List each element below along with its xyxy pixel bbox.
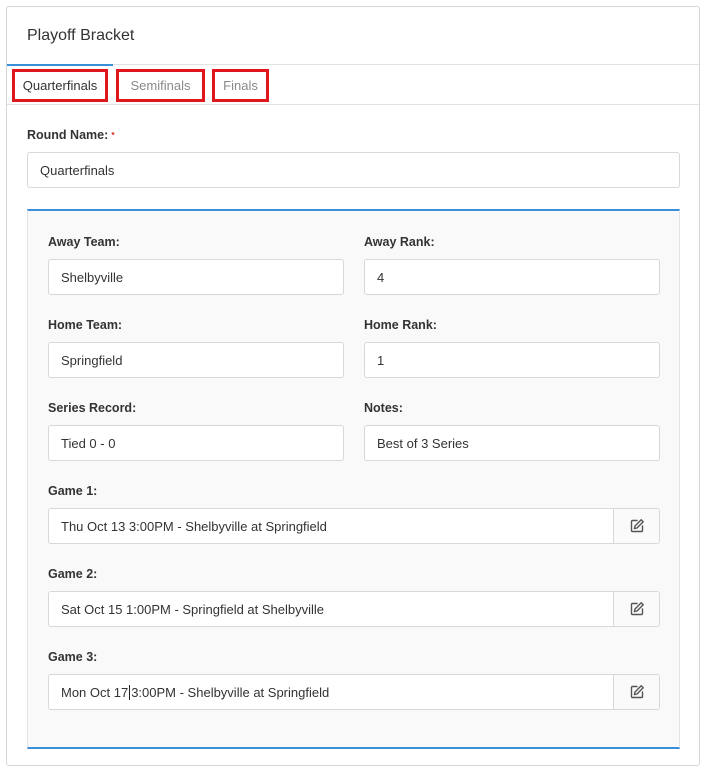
away-rank-label: Away Rank: (364, 235, 435, 249)
edit-icon (630, 602, 644, 616)
round-name-input[interactable]: Quarterfinals (27, 152, 680, 188)
game-3-value-end: 3:00PM - Shelbyville at Springfield (131, 684, 330, 700)
round-name-label-text: Round Name: (27, 128, 109, 142)
playoff-bracket-card: Playoff Bracket Quarterfinals Semifinals… (6, 6, 700, 766)
page-title: Playoff Bracket (27, 26, 135, 44)
notes-input[interactable]: Best of 3 Series (364, 425, 660, 461)
home-rank-label: Home Rank: (364, 318, 437, 332)
series-record-label: Series Record: (48, 401, 137, 415)
game-3-input[interactable]: Mon Oct 17 3:00PM - Shelbyville at Spring… (48, 674, 660, 710)
tab-label: Semifinals (130, 78, 191, 93)
away-rank-input[interactable]: 4 (364, 259, 660, 295)
home-team-value: Springfield (61, 352, 123, 368)
game-3-label: Game 3: (48, 650, 98, 664)
matchup-panel: Away Team: Shelbyville Away Rank: 4 Home… (27, 209, 680, 749)
home-rank-value: 1 (377, 352, 385, 368)
round-name-value: Quarterfinals (40, 162, 115, 178)
round-tabs: Quarterfinals Semifinals Finals (7, 64, 699, 105)
series-record-value: Tied 0 - 0 (61, 435, 116, 451)
game-1-edit-button[interactable] (613, 509, 659, 543)
edit-icon (630, 685, 644, 699)
active-tab-indicator (7, 64, 113, 66)
game-2-value: Sat Oct 15 1:00PM - Springfield at Shelb… (61, 601, 325, 617)
required-indicator: • (111, 129, 115, 140)
home-team-input[interactable]: Springfield (48, 342, 344, 378)
away-team-value: Shelbyville (61, 269, 124, 285)
tab-finals[interactable]: Finals (212, 69, 269, 102)
game-1-value: Thu Oct 13 3:00PM - Shelbyville at Sprin… (61, 518, 327, 534)
edit-icon (630, 519, 644, 533)
home-rank-input[interactable]: 1 (364, 342, 660, 378)
away-team-input[interactable]: Shelbyville (48, 259, 344, 295)
card-header: Playoff Bracket (7, 7, 699, 64)
game-3-value-start: Mon Oct 17 (61, 684, 129, 700)
game-2-label: Game 2: (48, 567, 98, 581)
notes-value: Best of 3 Series (377, 435, 469, 451)
game-3-edit-button[interactable] (613, 675, 659, 709)
tab-label: Finals (223, 78, 258, 93)
text-cursor (129, 684, 131, 700)
tab-quarterfinals[interactable]: Quarterfinals (12, 69, 108, 102)
tab-semifinals[interactable]: Semifinals (116, 69, 205, 102)
game-1-label: Game 1: (48, 484, 98, 498)
notes-label: Notes: (364, 401, 403, 415)
game-2-edit-button[interactable] (613, 592, 659, 626)
away-rank-value: 4 (377, 269, 385, 285)
tab-label: Quarterfinals (22, 78, 98, 93)
round-name-label: Round Name: • (27, 128, 115, 142)
game-1-input[interactable]: Thu Oct 13 3:00PM - Shelbyville at Sprin… (48, 508, 660, 544)
home-team-label: Home Team: (48, 318, 123, 332)
away-team-label: Away Team: (48, 235, 120, 249)
series-record-input[interactable]: Tied 0 - 0 (48, 425, 344, 461)
game-2-input[interactable]: Sat Oct 15 1:00PM - Springfield at Shelb… (48, 591, 660, 627)
